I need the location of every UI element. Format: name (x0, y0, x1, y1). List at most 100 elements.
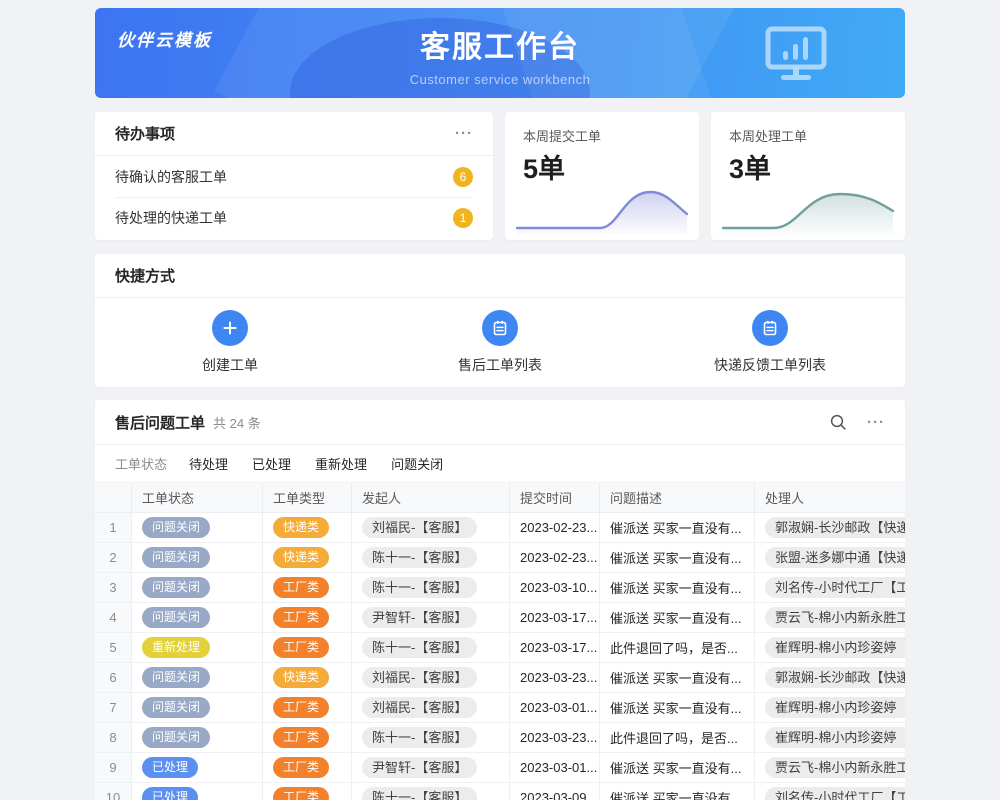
list-icon (482, 310, 518, 346)
cell-submit-time: 2023-03-23... (510, 663, 600, 692)
record-count: 共 24 条 (213, 413, 261, 432)
status-pill: 问题关闭 (142, 667, 210, 688)
creator-tag: 尹智轩-【客服】 (362, 757, 477, 778)
cell-creator: 陈十一-【客服】 (352, 633, 510, 662)
row-index: 9 (95, 753, 132, 782)
plus-icon (212, 310, 248, 346)
cell-description: 催派送 买家一直没有... (600, 543, 755, 572)
stat-card-processed: 本周处理工单 3单 (711, 112, 905, 240)
cell-description: 催派送 买家一直没有... (600, 693, 755, 722)
table-row[interactable]: 3问题关闭工厂类陈十一-【客服】2023-03-10...催派送 买家一直没有.… (95, 573, 905, 603)
shortcut-快递反馈工单列表[interactable]: 快递反馈工单列表 (635, 310, 905, 375)
status-filter-bar: 工单状态 待处理已处理重新处理问题关闭 (95, 445, 905, 483)
cell-submit-time: 2023-03-01... (510, 693, 600, 722)
todo-item[interactable]: 待确认的客服工单6 (115, 156, 473, 197)
table-row[interactable]: 4问题关闭工厂类尹智轩-【客服】2023-03-17...催派送 买家一直没有.… (95, 603, 905, 633)
cell-description: 催派送 买家一直没有... (600, 573, 755, 602)
cell-status: 重新处理 (132, 633, 263, 662)
type-pill: 工厂类 (273, 787, 329, 800)
filter-option-重新处理[interactable]: 重新处理 (315, 457, 367, 472)
cell-creator: 陈十一-【客服】 (352, 573, 510, 602)
cell-submit-time: 2023-02-23... (510, 543, 600, 572)
table-row[interactable]: 6问题关闭快递类刘福民-【客服】2023-03-23...催派送 买家一直没有.… (95, 663, 905, 693)
cell-submit-time: 2023-02-23... (510, 513, 600, 542)
cell-handler: 刘名传-小时代工厂【工厂】 (755, 783, 905, 800)
creator-tag: 尹智轩-【客服】 (362, 607, 477, 628)
cell-type: 快递类 (263, 543, 352, 572)
shortcuts-title: 快捷方式 (115, 265, 175, 286)
cell-description: 催派送 买家一直没有... (600, 783, 755, 800)
cell-description: 此件退回了吗，是否... (600, 723, 755, 752)
table-row[interactable]: 10已处理工厂类陈十一-【客服】2023-03-09...催派送 买家一直没有.… (95, 783, 905, 800)
status-pill: 问题关闭 (142, 547, 210, 568)
cell-creator: 陈十一-【客服】 (352, 543, 510, 572)
table-row[interactable]: 9已处理工厂类尹智轩-【客服】2023-03-01...催派送 买家一直没有..… (95, 753, 905, 783)
todo-item[interactable]: 待处理的快递工单1 (115, 197, 473, 238)
todo-title: 待办事项 (115, 123, 175, 144)
type-pill: 工厂类 (273, 607, 329, 628)
stat-card-submitted: 本周提交工单 5单 (505, 112, 699, 240)
search-icon[interactable] (829, 413, 847, 431)
list-icon (752, 310, 788, 346)
status-pill: 问题关闭 (142, 607, 210, 628)
cell-submit-time: 2023-03-17... (510, 633, 600, 662)
filter-option-问题关闭[interactable]: 问题关闭 (391, 457, 443, 472)
todo-list: 待确认的客服工单6待处理的快递工单1 (95, 156, 493, 238)
status-pill: 问题关闭 (142, 727, 210, 748)
handler-tag: 刘名传-小时代工厂【工厂】 (765, 787, 905, 800)
cell-status: 问题关闭 (132, 663, 263, 692)
header-cell-问题描述: 问题描述 (600, 483, 755, 512)
cell-status: 问题关闭 (132, 693, 263, 722)
table-row[interactable]: 2 问题关闭 快递类陈十一-【客服】2023-02-23...催派送 买家一直没有.… (95, 543, 905, 573)
creator-tag: 陈十一-【客服】 (362, 577, 477, 598)
shortcut-创建工单[interactable]: 创建工单 (95, 310, 365, 375)
cell-creator: 刘福民-【客服】 (352, 693, 510, 722)
creator-tag: 刘福民-【客服】 (362, 517, 477, 538)
row-index: 7 (95, 693, 132, 722)
shortcut-售后工单列表[interactable]: 售后工单列表 (365, 310, 635, 375)
handler-tag: 郭淑娴-长沙邮政【快递】 (765, 517, 905, 538)
more-icon[interactable]: ··· (867, 414, 885, 431)
row-index: 4 (95, 603, 132, 632)
filter-option-待处理[interactable]: 待处理 (189, 457, 228, 472)
table-body: 1问题关闭快递类刘福民-【客服】2023-02-23...催派送 买家一直没有.… (95, 513, 905, 800)
shortcut-list: 创建工单售后工单列表快递反馈工单列表 (95, 298, 905, 386)
todo-card: 待办事项 ··· 待确认的客服工单6待处理的快递工单1 (95, 112, 493, 240)
header-cell-处理人: 处理人 (755, 483, 905, 512)
status-pill: 问题关闭 (142, 577, 210, 598)
handler-tag: 张盟-迷多娜中通【快递】 (765, 547, 905, 568)
handler-tag: 崔辉明-棉小内珍姿婷【工厂】 (765, 697, 905, 718)
header-cell-工单类型: 工单类型 (263, 483, 352, 512)
cell-creator: 尹智轩-【客服】 (352, 603, 510, 632)
row-index: 2 (95, 543, 132, 572)
status-pill: 问题关闭 (142, 697, 210, 718)
cell-type: 快递类 (263, 663, 352, 692)
header-cell-提交时间: 提交时间 (510, 483, 600, 512)
page: 伙伴云模板 客服工作台 Customer service workbench 待… (95, 8, 905, 800)
table-row[interactable]: 5重新处理工厂类陈十一-【客服】2023-03-17...此件退回了吗，是否..… (95, 633, 905, 663)
cell-submit-time: 2023-03-17... (510, 603, 600, 632)
type-pill: 快递类 (273, 667, 329, 688)
cell-submit-time: 2023-03-10... (510, 573, 600, 602)
cell-status: 问题关闭 (132, 573, 263, 602)
table-header-row: 工单状态工单类型发起人提交时间问题描述处理人 (95, 483, 905, 513)
count-badge: 1 (453, 208, 473, 228)
cell-submit-time: 2023-03-01... (510, 753, 600, 782)
worksheet-card: 售后问题工单 共 24 条 ··· 工单状态 待处理已处理重新处理问题关闭 工单… (95, 400, 905, 800)
cell-type: 工厂类 (263, 753, 352, 782)
cell-type: 工厂类 (263, 723, 352, 752)
filter-option-已处理[interactable]: 已处理 (252, 457, 291, 472)
shortcut-label: 创建工单 (95, 355, 365, 375)
cell-status: 已处理 (132, 753, 263, 782)
cell-status: 已处理 (132, 783, 263, 800)
table-row[interactable]: 1问题关闭快递类刘福民-【客服】2023-02-23...催派送 买家一直没有.… (95, 513, 905, 543)
header-cell-index (95, 483, 132, 512)
more-icon[interactable]: ··· (455, 125, 473, 142)
creator-tag: 陈十一-【客服】 (362, 637, 477, 658)
cell-handler: 崔辉明-棉小内珍姿婷【工厂】 (755, 723, 905, 752)
cell-handler: 张盟-迷多娜中通【快递】 (755, 543, 905, 572)
header-cell-发起人: 发起人 (352, 483, 510, 512)
table-row[interactable]: 8问题关闭工厂类陈十一-【客服】2023-03-23...此件退回了吗，是否..… (95, 723, 905, 753)
table-row[interactable]: 7问题关闭工厂类刘福民-【客服】2023-03-01...催派送 买家一直没有.… (95, 693, 905, 723)
count-badge: 6 (453, 167, 473, 187)
